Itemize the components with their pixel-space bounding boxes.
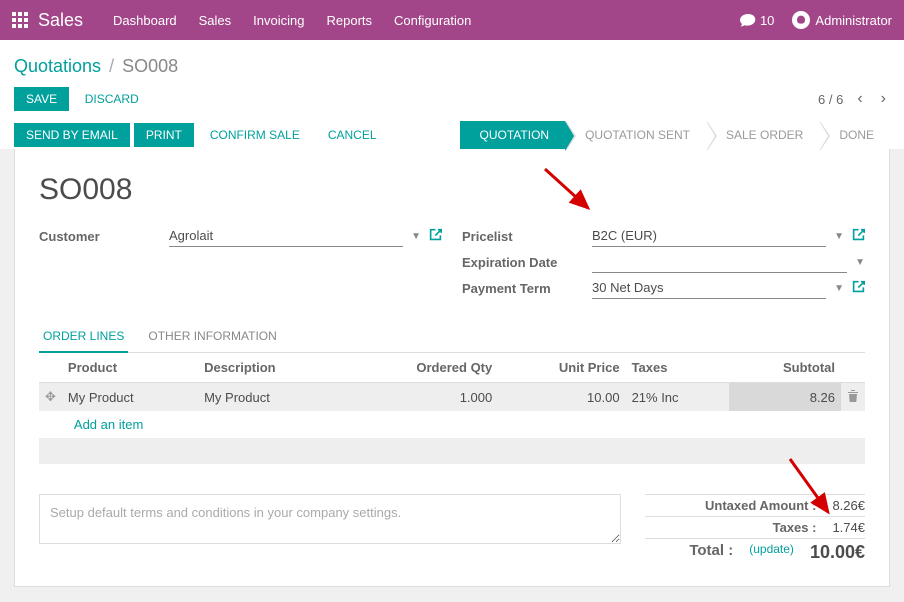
pricelist-label: Pricelist <box>462 229 592 244</box>
col-qty: Ordered Qty <box>344 353 498 383</box>
cell-price[interactable]: 10.00 <box>498 383 625 412</box>
nav-reports[interactable]: Reports <box>326 13 372 28</box>
taxes-total-label: Taxes : <box>773 520 817 535</box>
pricelist-input[interactable] <box>592 225 826 247</box>
apps-icon[interactable] <box>12 12 28 28</box>
cell-product[interactable]: My Product <box>62 383 198 412</box>
action-row: Save Discard 6 / 6 ‹ › <box>14 87 890 111</box>
print-button[interactable]: Print <box>134 123 194 147</box>
col-product: Product <box>62 353 198 383</box>
save-button[interactable]: Save <box>14 87 69 111</box>
drag-handle-icon[interactable]: ✥ <box>45 389 56 404</box>
pager-pos: 6 / 6 <box>818 92 843 107</box>
col-price: Unit Price <box>498 353 625 383</box>
add-item-link[interactable]: Add an item <box>68 409 149 440</box>
breadcrumb: Quotations / SO008 <box>14 50 890 81</box>
nav-dashboard[interactable]: Dashboard <box>113 13 177 28</box>
nav-configuration[interactable]: Configuration <box>394 13 471 28</box>
cancel-button[interactable]: Cancel <box>316 123 389 147</box>
cell-description[interactable]: My Product <box>198 383 344 412</box>
col-description: Description <box>198 353 344 383</box>
tab-other-info[interactable]: Other Information <box>144 321 280 353</box>
table-row[interactable]: ✥ My Product My Product 1.000 10.00 21% … <box>39 383 865 412</box>
tabs: Order Lines Other Information <box>39 321 865 353</box>
payment-term-input[interactable] <box>592 277 826 299</box>
totals: Untaxed Amount : 8.26€ Taxes : 1.74€ Tot… <box>645 494 865 566</box>
chat-icon <box>740 13 756 27</box>
record-title: SO008 <box>39 173 865 207</box>
breadcrumb-parent[interactable]: Quotations <box>14 56 101 77</box>
untaxed-label: Untaxed Amount : <box>705 498 816 513</box>
pricelist-external-link-icon[interactable] <box>852 228 865 244</box>
content-header: Quotations / SO008 Save Discard 6 / 6 ‹ … <box>0 40 904 149</box>
messages-button[interactable]: 10 <box>740 13 774 28</box>
terms-textarea[interactable]: Setup default terms and conditions in yo… <box>39 494 621 544</box>
cell-subtotal: 8.26 <box>729 383 841 412</box>
customer-caret-icon[interactable]: ▼ <box>411 231 421 242</box>
breadcrumb-current: SO008 <box>122 56 178 77</box>
taxes-amount: 1.74€ <box>832 520 865 535</box>
total-label: Total : <box>689 542 733 563</box>
payment-term-label: Payment Term <box>462 281 592 296</box>
expiration-caret-icon[interactable]: ▼ <box>855 257 865 268</box>
delete-row-icon[interactable] <box>847 390 859 405</box>
total-amount: 10.00€ <box>810 542 865 563</box>
nav-invoicing[interactable]: Invoicing <box>253 13 304 28</box>
customer-label: Customer <box>39 229 169 244</box>
user-name: Administrator <box>815 13 892 28</box>
stage-quotation-sent[interactable]: Quotation Sent <box>565 121 706 149</box>
stage-quotation[interactable]: Quotation <box>460 121 566 149</box>
pager-prev[interactable]: ‹ <box>853 90 866 108</box>
statusbar: Send by Email Print Confirm Sale Cancel … <box>14 121 890 149</box>
send-email-button[interactable]: Send by Email <box>14 123 130 147</box>
expiration-label: Expiration Date <box>462 255 592 270</box>
cell-taxes[interactable]: 21% Inc <box>626 383 729 412</box>
messages-count: 10 <box>760 13 774 28</box>
payment-term-caret-icon[interactable]: ▼ <box>834 283 844 294</box>
app-title[interactable]: Sales <box>38 10 83 31</box>
topbar: Sales Dashboard Sales Invoicing Reports … <box>0 0 904 40</box>
user-menu[interactable]: Administrator <box>792 11 892 29</box>
expiration-input[interactable] <box>592 251 847 273</box>
nav-sales[interactable]: Sales <box>199 13 232 28</box>
cell-qty[interactable]: 1.000 <box>344 383 498 412</box>
update-link[interactable]: (update) <box>749 542 794 563</box>
confirm-sale-button[interactable]: Confirm Sale <box>198 123 312 147</box>
pager: 6 / 6 ‹ › <box>818 90 890 108</box>
topbar-right: 10 Administrator <box>740 11 892 29</box>
stage-sale-order[interactable]: Sale Order <box>706 121 819 149</box>
payment-term-external-link-icon[interactable] <box>852 280 865 296</box>
order-lines-table: Product Description Ordered Qty Unit Pri… <box>39 353 865 464</box>
col-subtotal: Subtotal <box>729 353 841 383</box>
tab-order-lines[interactable]: Order Lines <box>39 321 128 353</box>
untaxed-amount: 8.26€ <box>832 498 865 513</box>
col-taxes: Taxes <box>626 353 729 383</box>
nav-items: Dashboard Sales Invoicing Reports Config… <box>113 13 471 28</box>
breadcrumb-sep: / <box>109 56 114 77</box>
pager-next[interactable]: › <box>877 90 890 108</box>
form-sheet: SO008 Customer ▼ Pricelist ▼ <box>14 149 890 587</box>
customer-input[interactable] <box>169 225 403 247</box>
discard-button[interactable]: Discard <box>73 87 151 111</box>
avatar-icon <box>792 11 810 29</box>
customer-external-link-icon[interactable] <box>429 228 442 244</box>
pricelist-caret-icon[interactable]: ▼ <box>834 231 844 242</box>
